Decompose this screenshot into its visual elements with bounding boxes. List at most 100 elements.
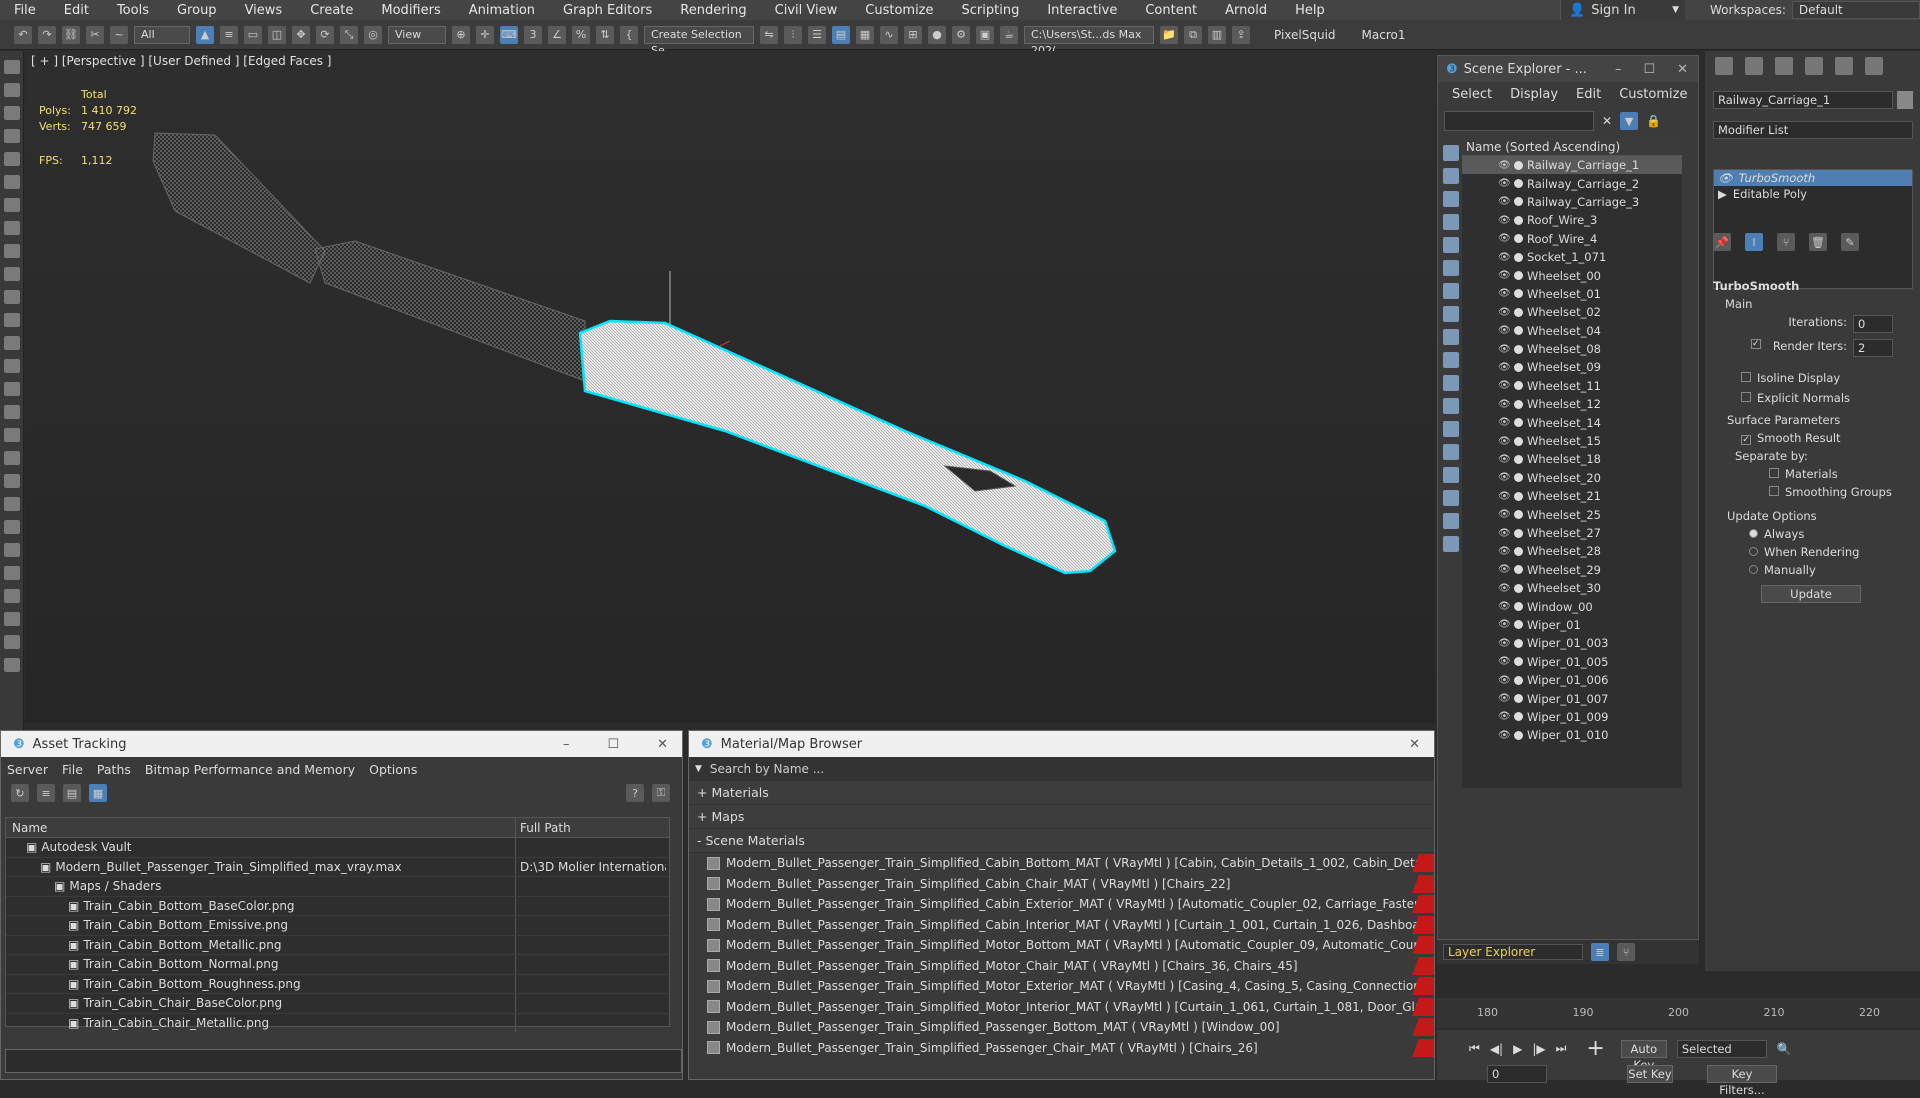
workspace-dropdown[interactable]: Default <box>1791 1 1920 19</box>
cone-icon[interactable] <box>4 359 20 373</box>
scene-object-row[interactable]: 👁 Wheelset_15 <box>1462 432 1682 450</box>
create-helper-icon[interactable] <box>4 221 20 235</box>
go-to-end-icon[interactable]: ⏭ <box>1556 1041 1567 1056</box>
pivot-center-icon[interactable]: ⊕ <box>452 25 470 44</box>
material-search-input[interactable]: Search by Name ... <box>710 762 824 776</box>
sign-in-button[interactable]: 👤 Sign In ▼ <box>1560 0 1685 20</box>
visibility-eye-icon[interactable]: 👁 <box>1498 675 1511 686</box>
play-icon[interactable]: ▶ <box>1513 1042 1522 1056</box>
go-to-start-icon[interactable]: ⏮ <box>1469 1041 1480 1056</box>
scene-object-row[interactable]: 👁 Wheelset_29 <box>1462 561 1682 579</box>
current-frame-field[interactable]: 0 <box>1487 1065 1547 1083</box>
asset-row[interactable]: ▣ Train_Cabin_Bottom_Metallic.png <box>6 935 669 955</box>
menu-file[interactable]: File <box>0 3 50 18</box>
next-frame-icon[interactable]: |▶ <box>1532 1042 1545 1056</box>
scene-object-row[interactable]: 👁 Wheelset_25 <box>1462 505 1682 523</box>
scene-object-row[interactable]: 👁 Wiper_01_005 <box>1462 653 1682 671</box>
previous-frame-icon[interactable]: ◀| <box>1490 1042 1503 1056</box>
material-icon[interactable] <box>4 612 20 626</box>
teapot-icon[interactable] <box>4 313 20 327</box>
visibility-eye-icon[interactable]: 👁 <box>1498 307 1511 318</box>
visibility-eye-icon[interactable]: 👁 <box>1498 325 1511 336</box>
scene-object-row[interactable]: 👁 Wheelset_30 <box>1462 579 1682 597</box>
isoline-row[interactable]: Isoline Display <box>1713 371 1913 385</box>
menu-edit[interactable]: Edit <box>50 3 103 18</box>
scene-menu-select[interactable]: Select <box>1452 87 1492 102</box>
placement-icon[interactable]: ◎ <box>364 25 382 44</box>
visibility-eye-icon[interactable]: 👁 <box>1498 178 1511 189</box>
close-icon[interactable]: ✕ <box>1677 62 1688 77</box>
toggle-scene-explorer-icon[interactable]: ☰ <box>808 25 826 44</box>
materials-checkbox[interactable] <box>1769 468 1779 478</box>
scene-object-row[interactable]: 👁 Wheelset_14 <box>1462 413 1682 431</box>
create-spacewarp-icon[interactable] <box>4 244 20 258</box>
rect-selection-icon[interactable]: ▭ <box>244 25 262 44</box>
explicit-normals-checkbox[interactable] <box>1741 392 1751 402</box>
configure-sets-icon[interactable]: ✎ <box>1841 233 1859 251</box>
select-manipulate-icon[interactable]: ✛ <box>476 25 494 44</box>
scene-menu-display[interactable]: Display <box>1510 87 1558 102</box>
create-geometry-icon[interactable] <box>4 60 20 74</box>
visibility-eye-icon[interactable]: 👁 <box>1498 160 1511 171</box>
open-icon[interactable]: ⧉ <box>1184 25 1202 44</box>
named-selection-dropdown[interactable]: Create Selection Se <box>644 25 754 57</box>
render-iters-checkbox[interactable]: ✓ <box>1750 339 1761 349</box>
create-sphere-icon[interactable] <box>4 152 20 166</box>
vault-help-icon[interactable]: ⚿ <box>652 784 670 802</box>
move-icon[interactable]: ✥ <box>292 25 310 44</box>
asset-menu-paths[interactable]: Paths <box>97 762 131 777</box>
filter-funnel-icon[interactable] <box>1443 490 1459 506</box>
scene-object-row[interactable]: 👁 Railway_Carriage_1 <box>1462 156 1682 175</box>
menu-content[interactable]: Content <box>1131 3 1211 18</box>
display-none-icon[interactable] <box>1443 444 1459 460</box>
asset-row[interactable]: ▣ Train_Cabin_Bottom_Normal.png <box>6 955 669 975</box>
scene-material-row[interactable]: Modern_Bullet_Passenger_Train_Simplified… <box>689 1017 1434 1038</box>
render-production-icon[interactable]: ☕ <box>1000 25 1018 44</box>
selected-dropdown[interactable]: Selected <box>1676 1039 1767 1058</box>
thumbnail-view-icon[interactable]: ▤ <box>63 784 81 802</box>
scene-object-row[interactable]: 👁 Railway_Carriage_2 <box>1462 174 1682 192</box>
list-view-icon[interactable]: ≡ <box>37 784 55 802</box>
scene-object-row[interactable]: 👁 Railway_Carriage_3 <box>1462 193 1682 211</box>
menu-rendering[interactable]: Rendering <box>666 3 760 18</box>
plane-icon[interactable] <box>4 290 20 304</box>
manually-row[interactable]: Manually <box>1713 563 1913 577</box>
asset-status-field[interactable] <box>5 1049 682 1073</box>
particle-icon[interactable] <box>4 497 20 511</box>
create-shape-icon[interactable] <box>4 83 20 97</box>
material-editor-icon[interactable]: ● <box>928 25 946 44</box>
curve-editor-icon[interactable]: ∿ <box>880 25 898 44</box>
bind-spacewarp-icon[interactable]: ~ <box>110 25 128 44</box>
display-geometry-icon[interactable] <box>1443 145 1459 161</box>
zoom-icon[interactable]: 🔍 <box>1777 1042 1792 1056</box>
display-frozen-icon[interactable] <box>1443 375 1459 391</box>
visibility-eye-icon[interactable]: 👁 <box>1498 601 1511 612</box>
minimize-icon[interactable]: – <box>563 737 570 752</box>
show-end-result-icon[interactable]: I <box>1745 233 1763 251</box>
display-tab-icon[interactable] <box>1835 57 1853 75</box>
expand-icon[interactable]: ▶ <box>1718 187 1727 201</box>
scene-material-row[interactable]: Modern_Bullet_Passenger_Train_Simplified… <box>689 1038 1434 1059</box>
menu-animation[interactable]: Animation <box>455 3 549 18</box>
scene-object-row[interactable]: 👁 Wheelset_02 <box>1462 303 1682 321</box>
visibility-eye-icon[interactable]: 👁 <box>1498 215 1511 226</box>
align-icon[interactable]: ⫶ <box>784 25 802 44</box>
smoothing-groups-checkbox[interactable] <box>1769 486 1779 496</box>
menu-customize[interactable]: Customize <box>851 3 947 18</box>
pin-stack-icon[interactable]: 📌 <box>1713 233 1731 251</box>
modifier-stack-editable-poly[interactable]: ▶ Editable Poly <box>1714 186 1912 202</box>
make-unique-icon[interactable]: ⑂ <box>1777 233 1795 251</box>
smooth-result-row[interactable]: ✓ Smooth Result <box>1713 431 1913 445</box>
visibility-eye-icon[interactable]: 👁 <box>1498 288 1511 299</box>
iterations-spinner[interactable]: 0 <box>1853 315 1893 333</box>
menu-interactive[interactable]: Interactive <box>1033 3 1131 18</box>
visibility-eye-icon[interactable]: 👁 <box>1498 619 1511 630</box>
link-constraint-icon[interactable] <box>4 589 20 603</box>
visibility-eye-icon[interactable]: 👁 <box>1498 564 1511 575</box>
utilities-tab-icon[interactable] <box>1865 57 1883 75</box>
scene-material-row[interactable]: Modern_Bullet_Passenger_Train_Simplified… <box>689 956 1434 977</box>
spinner-snap-icon[interactable]: ⇅ <box>596 25 614 44</box>
display-bones-icon[interactable] <box>1443 329 1459 345</box>
when-rendering-radio[interactable] <box>1749 547 1758 556</box>
lock-icon[interactable]: 🔒 <box>1646 114 1661 128</box>
